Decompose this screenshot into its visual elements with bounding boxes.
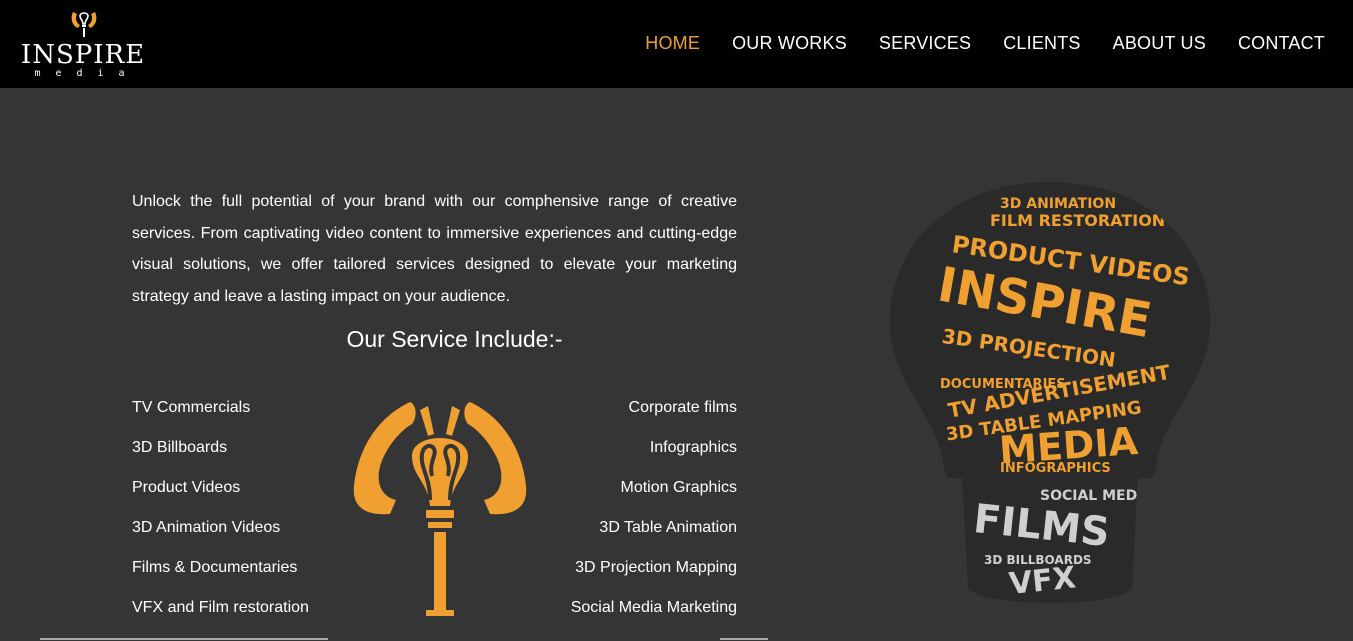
services-list-right: Corporate films Infographics Motion Grap… — [571, 396, 737, 636]
service-item: VFX and Film restoration — [132, 599, 309, 616]
nav-about-us[interactable]: ABOUT US — [1113, 33, 1206, 54]
bulb-word: INFOGRAPHICS — [1000, 461, 1111, 476]
service-item: 3D Animation Videos — [132, 519, 281, 536]
bulb-word: DOCUMENTARIES — [940, 377, 1066, 392]
service-item: Infographics — [649, 439, 737, 456]
services-heading: Our Service Include:- — [346, 326, 563, 352]
nav-our-works[interactable]: OUR WORKS — [732, 33, 847, 54]
nav-services[interactable]: SERVICES — [879, 33, 971, 54]
scroll-indicator — [40, 638, 328, 640]
bulb-word: FILM RESTORATION — [990, 211, 1165, 230]
service-item: 3D Projection Mapping — [575, 559, 737, 576]
intro-paragraph: Unlock the full potential of your brand … — [132, 193, 737, 305]
site-header: INSPIRE media HOME OUR WORKS SERVICES CL… — [0, 0, 1353, 88]
inspire-media-logo[interactable]: INSPIRE media — [18, 6, 148, 84]
service-item: Product Videos — [132, 479, 241, 496]
service-item: Films & Documentaries — [132, 559, 298, 576]
scroll-indicator — [720, 638, 768, 640]
bulb-hands-logo-icon — [71, 12, 97, 37]
nav-contact[interactable]: CONTACT — [1238, 33, 1325, 54]
bulb-word: SOCIAL MEDIA — [1040, 488, 1153, 504]
hands-bulb-emblem-icon — [353, 402, 527, 616]
service-item: Corporate films — [628, 399, 737, 416]
logo-wordmark: INSPIRE — [20, 40, 146, 70]
nav-home[interactable]: HOME — [645, 33, 700, 54]
logo-subtext: media — [34, 68, 140, 79]
main-nav: HOME OUR WORKS SERVICES CLIENTS ABOUT US… — [645, 33, 1325, 54]
service-item: Motion Graphics — [620, 479, 738, 496]
word-cloud-bulb-illustration: 3D ANIMATION FILM RESTORATION PRODUCT VI… — [889, 182, 1211, 603]
bulb-word-big: VFX — [1007, 560, 1077, 602]
service-item: 3D Billboards — [132, 439, 228, 456]
service-item: TV Commercials — [132, 399, 251, 416]
bulb-word: 3D ANIMATION — [1000, 196, 1116, 212]
services-list-left: TV Commercials 3D Billboards Product Vid… — [132, 396, 309, 636]
service-item: 3D Table Animation — [599, 519, 737, 536]
service-item: Social Media Marketing — [570, 599, 737, 616]
nav-clients[interactable]: CLIENTS — [1003, 33, 1080, 54]
